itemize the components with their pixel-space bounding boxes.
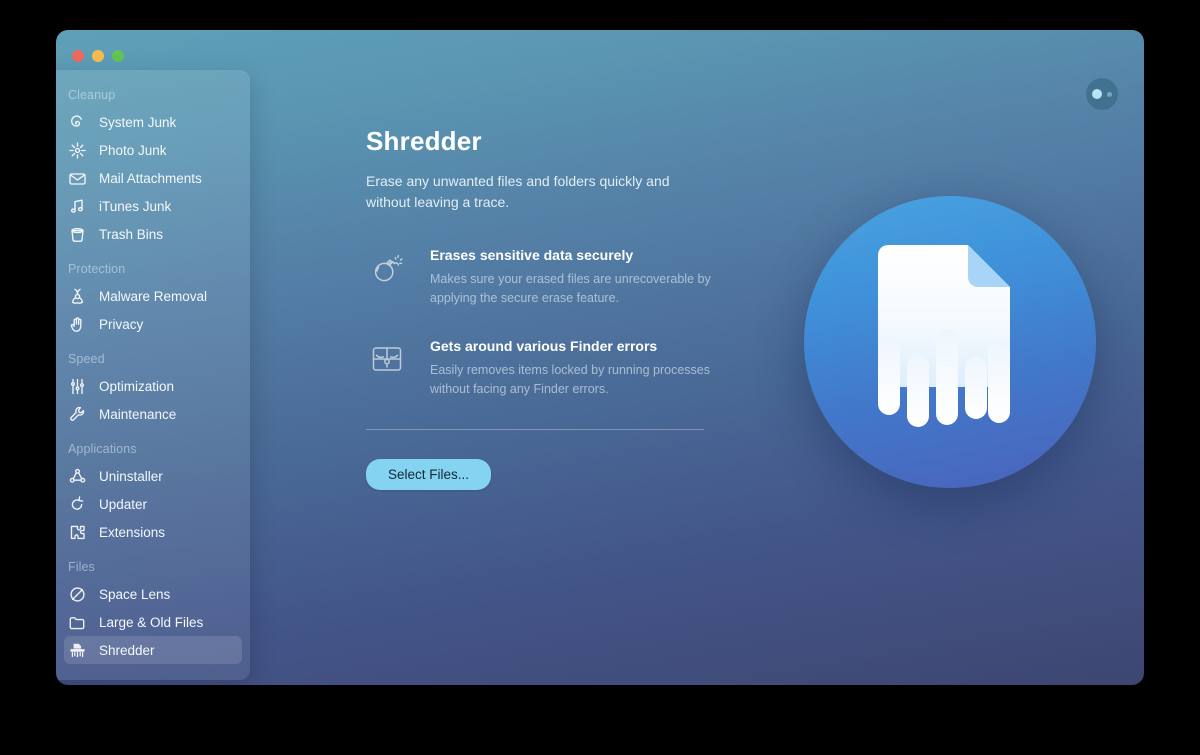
sidebar-item-label: Photo Junk [99, 142, 167, 158]
sidebar-item-label: Privacy [99, 316, 144, 332]
sidebar-item-photo-junk[interactable]: Photo Junk [64, 136, 242, 164]
sidebar-item-malware-removal[interactable]: Malware Removal [64, 282, 242, 310]
sidebar-item-uninstaller[interactable]: Uninstaller [64, 462, 242, 490]
molecule-icon [68, 467, 87, 486]
page-title: Shredder [366, 126, 482, 156]
sidebar-item-label: Mail Attachments [99, 170, 202, 186]
wrench-icon [68, 405, 87, 424]
sidebar-item-itunes-junk[interactable]: iTunes Junk [64, 192, 242, 220]
divider [366, 429, 704, 430]
feature-body: Makes sure your erased files are unrecov… [430, 272, 711, 305]
sidebar-item-extensions[interactable]: Extensions [64, 518, 242, 546]
sidebar-item-mail-attachments[interactable]: Mail Attachments [64, 164, 242, 192]
sidebar-item-label: Extensions [99, 524, 166, 540]
sidebar-item-label: System Junk [99, 114, 177, 130]
locked-chest-icon [366, 338, 408, 399]
maximize-button[interactable] [112, 50, 124, 62]
feature-title: Erases sensitive data securely [430, 247, 634, 263]
menu-button[interactable] [1086, 78, 1118, 110]
minimize-button[interactable] [92, 50, 104, 62]
two-dots-icon [1092, 89, 1102, 99]
puzzle-piece-icon [68, 523, 87, 542]
sidebar-item-label: Uninstaller [99, 468, 163, 484]
sidebar-item-shredder[interactable]: Shredder [64, 636, 242, 664]
page-description: Erase any unwanted files and folders qui… [366, 173, 670, 210]
music-note-icon [68, 197, 87, 216]
flower-icon [68, 141, 87, 160]
refresh-arrow-icon [68, 495, 87, 514]
two-dots-icon-small [1107, 91, 1112, 97]
sidebar-item-label: Maintenance [99, 406, 177, 422]
app-window: Cleanup System Junk Photo Junk Mail Attachm… [56, 30, 1144, 685]
envelope-icon [68, 169, 87, 188]
sidebar-item-trash-bins[interactable]: Trash Bins [64, 220, 242, 248]
sidebar-item-label: Malware Removal [99, 288, 208, 304]
sidebar-group-label: Applications [68, 442, 137, 456]
window-controls [72, 50, 124, 62]
sidebar-item-label: Updater [99, 496, 148, 512]
sidebar-item-updater[interactable]: Updater [64, 490, 242, 518]
hand-icon [68, 315, 87, 334]
sidebar-item-label: Shredder [99, 642, 155, 658]
select-files-button[interactable]: Select Files... [366, 459, 492, 490]
sidebar: Cleanup System Junk Photo Junk Mail Attachm… [56, 70, 250, 680]
hero-illustration [804, 196, 1096, 488]
sidebar-group-label: Speed [68, 352, 105, 366]
biohazard-icon [68, 287, 87, 306]
feature-body: Easily removes items locked by running p… [430, 363, 710, 396]
sidebar-item-label: iTunes Junk [99, 198, 172, 214]
close-button[interactable] [72, 50, 84, 62]
trash-bin-icon [68, 225, 87, 244]
sidebar-item-maintenance[interactable]: Maintenance [64, 400, 242, 428]
broom-icon [68, 113, 87, 132]
bomb-icon [366, 247, 408, 308]
sidebar-item-label: Optimization [99, 378, 175, 394]
sidebar-group-label: Protection [68, 262, 126, 276]
shredded-document-icon [804, 196, 1096, 488]
feature-title: Gets around various Finder errors [430, 338, 658, 354]
folder-icon [68, 613, 87, 632]
sidebar-item-large-old-files[interactable]: Large & Old Files [64, 608, 242, 636]
sidebar-item-label: Large & Old Files [99, 614, 204, 630]
sidebar-group-label: Files [68, 560, 95, 574]
sidebar-item-space-lens[interactable]: Space Lens [64, 580, 242, 608]
planet-icon [68, 585, 87, 604]
sliders-icon [68, 377, 87, 396]
sidebar-item-system-junk[interactable]: System Junk [64, 108, 242, 136]
sidebar-group-label: Cleanup [68, 88, 116, 102]
shredder-icon [68, 641, 87, 660]
sidebar-item-optimization[interactable]: Optimization [64, 372, 242, 400]
sidebar-item-privacy[interactable]: Privacy [64, 310, 242, 338]
sidebar-item-label: Trash Bins [99, 226, 164, 242]
sidebar-item-label: Space Lens [99, 586, 171, 602]
